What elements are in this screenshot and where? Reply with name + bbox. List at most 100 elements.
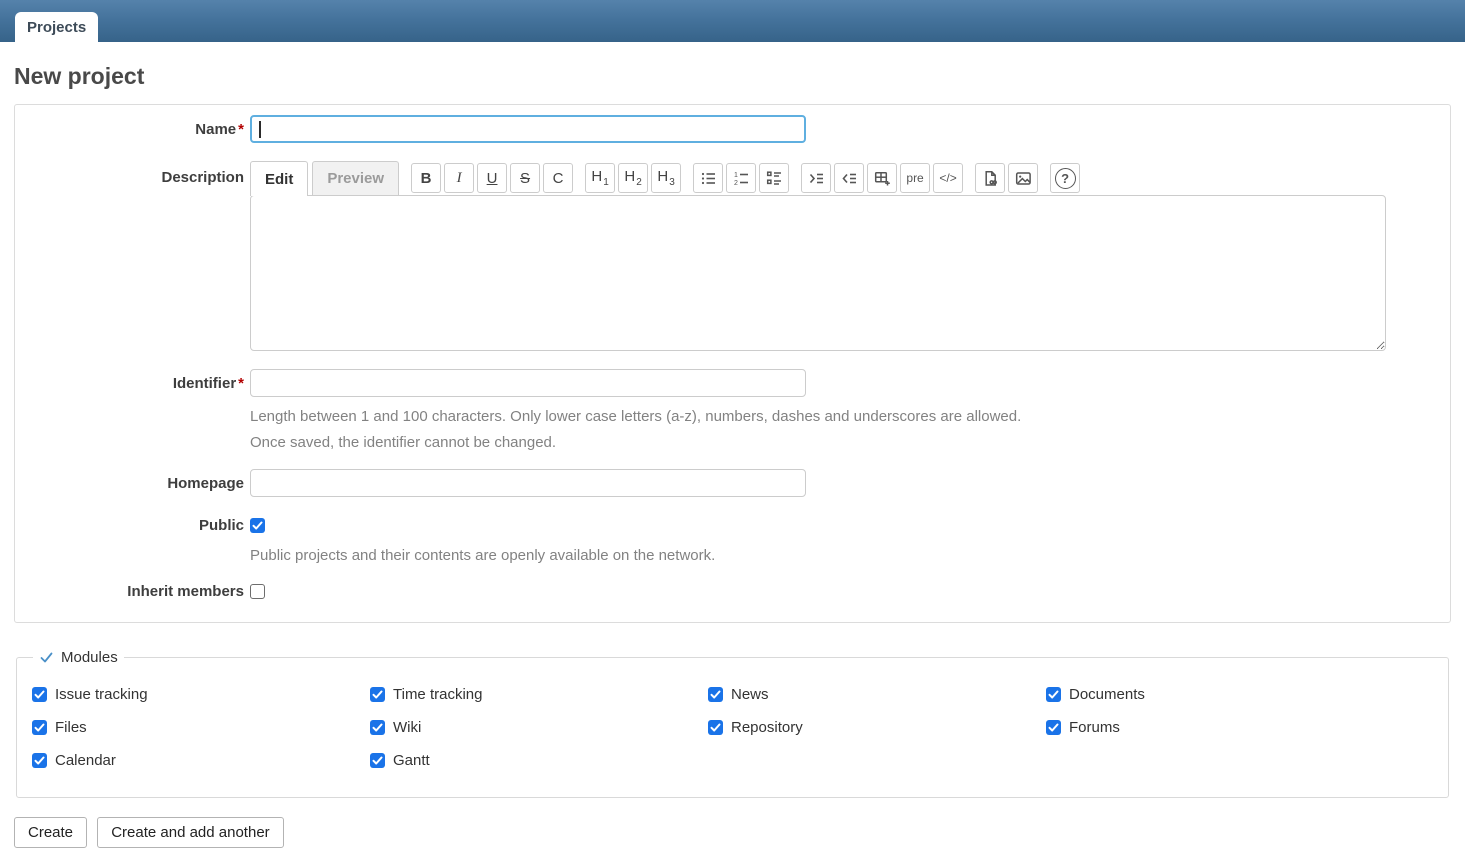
checkmark-icon	[1048, 722, 1059, 733]
insert-image-icon	[1015, 170, 1032, 187]
unquote-icon	[841, 170, 858, 187]
checkbox-checked	[370, 720, 385, 735]
identifier-hint-1: Length between 1 and 100 characters. Onl…	[250, 404, 1438, 430]
checkbox-checked	[370, 687, 385, 702]
modules-legend[interactable]: Modules	[33, 649, 124, 666]
inherit-members-row: Inherit members	[27, 583, 1438, 600]
name-label: Name*	[27, 121, 250, 138]
required-asterisk: *	[238, 375, 244, 392]
help-icon: ?	[1055, 168, 1076, 189]
module-repository[interactable]: Repository	[708, 719, 1046, 736]
homepage-input[interactable]	[250, 469, 806, 497]
header-bar: Projects	[0, 0, 1465, 42]
public-checkbox[interactable]	[250, 518, 265, 533]
bold-button[interactable]: B	[411, 163, 441, 193]
heading1-button[interactable]: H1	[585, 163, 615, 193]
unquote-button[interactable]	[834, 163, 864, 193]
identifier-hint-2: Once saved, the identifier cannot be cha…	[250, 430, 1438, 456]
inherit-members-checkbox[interactable]	[250, 584, 265, 599]
module-forums[interactable]: Forums	[1046, 719, 1384, 736]
homepage-row: Homepage	[27, 469, 1438, 497]
heading2-button[interactable]: H2	[618, 163, 648, 193]
identifier-row: Identifier*	[27, 369, 1438, 397]
identifier-input[interactable]	[250, 369, 806, 397]
italic-icon: I	[457, 170, 462, 187]
heading3-icon: H3	[657, 168, 674, 188]
help-button[interactable]: ?	[1050, 163, 1080, 193]
checkmark-icon	[372, 755, 383, 766]
strikethrough-button[interactable]: S	[510, 163, 540, 193]
checkbox-checked	[370, 753, 385, 768]
create-and-add-button[interactable]: Create and add another	[97, 817, 283, 848]
italic-button[interactable]: I	[444, 163, 474, 193]
module-calendar[interactable]: Calendar	[32, 752, 370, 769]
editor-tabs-toolbar: Edit Preview B I U S C H1 H2 H3	[250, 161, 1386, 195]
module-news[interactable]: News	[708, 686, 1046, 703]
insert-table-icon	[874, 170, 891, 187]
svg-text:1: 1	[734, 172, 738, 179]
insert-table-button[interactable]	[867, 163, 897, 193]
public-row: Public	[27, 517, 1438, 534]
modules-column-1: Issue tracking Files Calendar	[32, 686, 370, 785]
unordered-list-button[interactable]	[693, 163, 723, 193]
modules-legend-label: Modules	[61, 649, 118, 666]
description-label: Description	[27, 161, 250, 186]
checkmark-icon	[34, 689, 45, 700]
heading2-icon: H2	[624, 168, 641, 188]
required-asterisk: *	[238, 121, 244, 138]
checkmark-icon	[34, 722, 45, 733]
name-input[interactable]	[250, 115, 806, 143]
underline-icon: U	[487, 170, 498, 187]
checkbox-checked	[32, 753, 47, 768]
strikethrough-icon: S	[520, 170, 530, 187]
inherit-members-label: Inherit members	[27, 583, 250, 600]
description-textarea[interactable]	[250, 195, 1386, 351]
collapse-check-icon	[39, 650, 54, 665]
homepage-label: Homepage	[27, 475, 250, 492]
public-label: Public	[27, 517, 250, 534]
wiki-link-button[interactable]	[975, 163, 1005, 193]
checkbox-checked	[1046, 687, 1061, 702]
public-hint: Public projects and their contents are o…	[250, 547, 1438, 564]
checkmark-icon	[372, 689, 383, 700]
create-button[interactable]: Create	[14, 817, 87, 848]
tab-preview[interactable]: Preview	[312, 161, 399, 195]
code-block-icon: </>	[939, 171, 956, 185]
unordered-list-icon	[700, 170, 717, 187]
module-time-tracking[interactable]: Time tracking	[370, 686, 708, 703]
module-gantt[interactable]: Gantt	[370, 752, 708, 769]
underline-button[interactable]: U	[477, 163, 507, 193]
checkbox-checked	[32, 687, 47, 702]
checkbox-checked	[1046, 720, 1061, 735]
page-title: New project	[14, 63, 1451, 90]
inline-code-icon: C	[553, 170, 564, 187]
modules-column-2: Time tracking Wiki Gantt	[370, 686, 708, 785]
modules-grid: Issue tracking Files Calendar Time track…	[32, 686, 1436, 785]
module-issue-tracking[interactable]: Issue tracking	[32, 686, 370, 703]
definition-list-icon	[766, 170, 783, 187]
bold-icon: B	[421, 170, 432, 187]
tab-projects[interactable]: Projects	[15, 12, 98, 42]
checkbox-checked	[708, 687, 723, 702]
inline-code-button[interactable]: C	[543, 163, 573, 193]
ordered-list-button[interactable]: 1 2	[726, 163, 756, 193]
module-files[interactable]: Files	[32, 719, 370, 736]
wiki-editor: Edit Preview B I U S C H1 H2 H3	[250, 161, 1386, 351]
identifier-hints: Length between 1 and 100 characters. Onl…	[27, 404, 1438, 456]
definition-list-button[interactable]	[759, 163, 789, 193]
module-documents[interactable]: Documents	[1046, 686, 1384, 703]
preformatted-icon: pre	[906, 171, 923, 185]
name-row: Name*	[27, 115, 1438, 143]
heading3-button[interactable]: H3	[651, 163, 681, 193]
heading1-icon: H1	[591, 168, 608, 188]
modules-column-4: Documents Forums	[1046, 686, 1384, 785]
preformatted-button[interactable]: pre	[900, 163, 930, 193]
insert-image-button[interactable]	[1008, 163, 1038, 193]
svg-text:2: 2	[734, 180, 738, 187]
quote-button[interactable]	[801, 163, 831, 193]
identifier-label: Identifier*	[27, 375, 250, 392]
tab-edit[interactable]: Edit	[250, 161, 308, 196]
code-block-button[interactable]: </>	[933, 163, 963, 193]
module-wiki[interactable]: Wiki	[370, 719, 708, 736]
checkbox-checked	[708, 720, 723, 735]
